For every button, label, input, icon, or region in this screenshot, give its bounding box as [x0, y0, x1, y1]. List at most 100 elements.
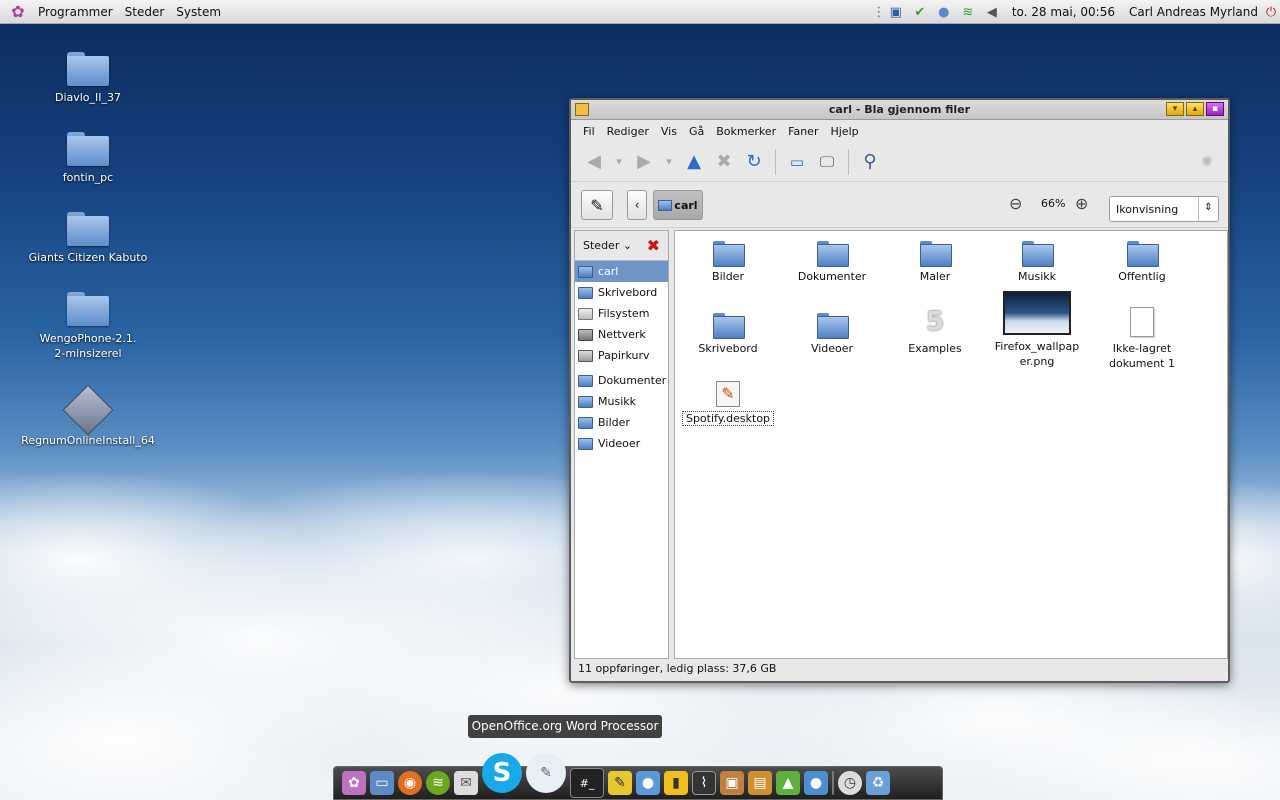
file-item-videoer[interactable]: Videoer [782, 313, 882, 356]
window-titlebar[interactable]: carl - Bla gjennom filer ▾ ▴ ▪ [571, 100, 1228, 120]
maximize-button[interactable]: ▴ [1186, 102, 1204, 116]
menu-faner[interactable]: Faner [782, 125, 824, 138]
toggle-location-entry-button[interactable]: ✎ [581, 190, 613, 220]
sidebar-item-filsystem[interactable]: Filsystem [575, 303, 668, 324]
path-button-carl[interactable]: carl [653, 190, 703, 220]
reload-icon[interactable]: ↻ [739, 147, 769, 177]
zoom-level[interactable]: 66% [1041, 197, 1065, 210]
dock-book-icon[interactable]: ▤ [748, 771, 772, 795]
main-menu-logo-icon[interactable]: ✿ [8, 2, 28, 22]
dock-trash-icon[interactable]: ♻ [866, 771, 890, 795]
menu-ga[interactable]: Gå [683, 125, 710, 138]
sidebar-item-skrivebord[interactable]: Skrivebord [575, 282, 668, 303]
folder-icon [578, 437, 593, 450]
dock-contacts-icon[interactable]: ● [636, 771, 660, 795]
activity-spinner-icon: ✺ [1201, 153, 1213, 170]
desktop-icon-fontin[interactable]: fontin_pc [13, 132, 163, 184]
menu-hjelp[interactable]: Hjelp [824, 125, 864, 138]
folder-icon [920, 241, 952, 267]
window-menubar: Fil Rediger Vis Gå Bokmerker Faner Hjelp [571, 120, 1228, 142]
update-check-icon[interactable]: ✔ [910, 3, 930, 21]
dock-messenger-icon[interactable]: ● [804, 771, 828, 795]
computer-icon[interactable]: 🖵 [812, 147, 842, 177]
up-arrow-icon[interactable]: ▲ [679, 147, 709, 177]
back-history-chevron-icon[interactable]: ▾ [609, 147, 629, 177]
dock-skype-icon[interactable]: S [482, 753, 522, 793]
minimize-button[interactable]: ▾ [1166, 102, 1184, 116]
panel-user-name[interactable]: Carl Andreas Myrland [1123, 5, 1262, 19]
sidebar-item-dokumenter[interactable]: Dokumenter [575, 370, 668, 391]
sidebar-item-musikk[interactable]: Musikk [575, 391, 668, 412]
dock-notes-icon[interactable]: ✎ [608, 771, 632, 795]
dock-archive-icon[interactable]: ▣ [720, 771, 744, 795]
sidebar-item-label: Videoer [598, 437, 641, 450]
menu-fil[interactable]: Fil [577, 125, 601, 138]
close-button[interactable]: ▪ [1206, 102, 1224, 116]
folder-icon [713, 241, 745, 267]
dock-menu-icon[interactable]: ✿ [342, 771, 366, 795]
image-thumbnail-icon [1003, 291, 1071, 335]
menu-vis[interactable]: Vis [655, 125, 683, 138]
menu-rediger[interactable]: Rediger [601, 125, 655, 138]
file-item-label: Firefox_wallpaper.png [994, 340, 1080, 368]
file-item-ikke-lagret[interactable]: Ikke-lagret dokument 1 [1092, 307, 1192, 371]
dock-game-icon[interactable]: ▲ [776, 771, 800, 795]
file-item-spotify-desktop[interactable]: ✎ Spotify.desktop [678, 381, 778, 426]
forward-arrow-icon[interactable]: ▶ [629, 147, 659, 177]
folder-icon [817, 241, 849, 267]
dock-folder-icon[interactable]: ▭ [370, 771, 394, 795]
panel-menu-system[interactable]: System [170, 0, 227, 24]
messenger-user-icon[interactable]: ● [934, 3, 954, 21]
path-scroll-left-button[interactable]: ‹ [627, 190, 647, 220]
sidebar-item-videoer[interactable]: Videoer [575, 433, 668, 454]
zoom-out-icon[interactable]: ⊖ [1009, 194, 1022, 213]
home-folder-icon[interactable]: ▭ [782, 147, 812, 177]
desktop-icon-giants[interactable]: Giants Citizen Kabuto [13, 212, 163, 264]
dock-mail-icon[interactable]: ✉ [454, 771, 478, 795]
file-item-maler[interactable]: Maler [885, 241, 985, 284]
tray-grip-icon: ⋮ [872, 4, 886, 20]
dock-chart-icon[interactable]: ▮ [664, 771, 688, 795]
desktop-folder-icon [578, 286, 593, 299]
sidebar-item-papirkurv[interactable]: Papirkurv [575, 345, 668, 366]
dock-firefox-icon[interactable]: ◉ [398, 771, 422, 795]
folder-icon [578, 374, 593, 387]
dock-terminal-icon[interactable]: #_ [570, 768, 604, 798]
dock-spotify-icon[interactable]: ≋ [426, 771, 450, 795]
file-item-offentlig[interactable]: Offentlig [1092, 241, 1192, 284]
panel-menu-programmer[interactable]: Programmer [32, 0, 119, 24]
wifi-icon[interactable]: ≋ [958, 3, 978, 21]
sidebar-item-carl[interactable]: carl [575, 261, 668, 282]
file-item-dokumenter[interactable]: Dokumenter [782, 241, 882, 284]
forward-history-chevron-icon[interactable]: ▾ [659, 147, 679, 177]
examples-link-icon: 5 [925, 307, 945, 337]
shutdown-icon[interactable]: ⏻ [1264, 3, 1278, 21]
file-item-skrivebord[interactable]: Skrivebord [678, 313, 778, 356]
desktop-icon-regnum[interactable]: RegnumOnlineInstall_64 [13, 384, 163, 447]
screenshot-icon[interactable]: ▣ [886, 3, 906, 21]
search-icon[interactable]: ⚲ [855, 147, 885, 177]
stop-icon[interactable]: ✖ [709, 147, 739, 177]
file-item-bilder[interactable]: Bilder [678, 241, 778, 284]
desktop-icon-wengophone[interactable]: WengoPhone-2.1.2-minsizerel [13, 292, 163, 361]
volume-icon[interactable]: ◀ [982, 3, 1002, 21]
close-sidebar-icon[interactable]: ✖ [647, 236, 660, 255]
file-item-examples[interactable]: 5 Examples [885, 307, 985, 356]
file-icon-view[interactable]: Bilder Dokumenter Maler Musikk Offentlig… [674, 230, 1228, 659]
sidebar-item-nettverk[interactable]: Nettverk [575, 324, 668, 345]
view-mode-select[interactable]: Ikonvisning ⇕ [1109, 196, 1219, 222]
zoom-in-icon[interactable]: ⊕ [1075, 194, 1088, 213]
file-item-musikk[interactable]: Musikk [987, 241, 1087, 284]
dock-system-monitor-icon[interactable]: ⌇ [692, 771, 716, 795]
dock-word-processor-icon[interactable]: ✎ [526, 753, 566, 793]
sidebar-item-label: Filsystem [598, 307, 650, 320]
sidebar-item-bilder[interactable]: Bilder [575, 412, 668, 433]
sidebar-type-select[interactable]: Steder ⌄ [583, 239, 632, 252]
menu-bokmerker[interactable]: Bokmerker [710, 125, 782, 138]
panel-menu-steder[interactable]: Steder [119, 0, 171, 24]
desktop-icon-diavlo[interactable]: Diavlo_II_37 [13, 52, 163, 104]
panel-clock[interactable]: to. 28 mai, 00:56 [1004, 5, 1123, 19]
file-item-firefox-wallpaper[interactable]: Firefox_wallpaper.png [987, 291, 1087, 369]
back-arrow-icon[interactable]: ◀ [579, 147, 609, 177]
dock-clock-icon[interactable]: ◷ [838, 771, 862, 795]
